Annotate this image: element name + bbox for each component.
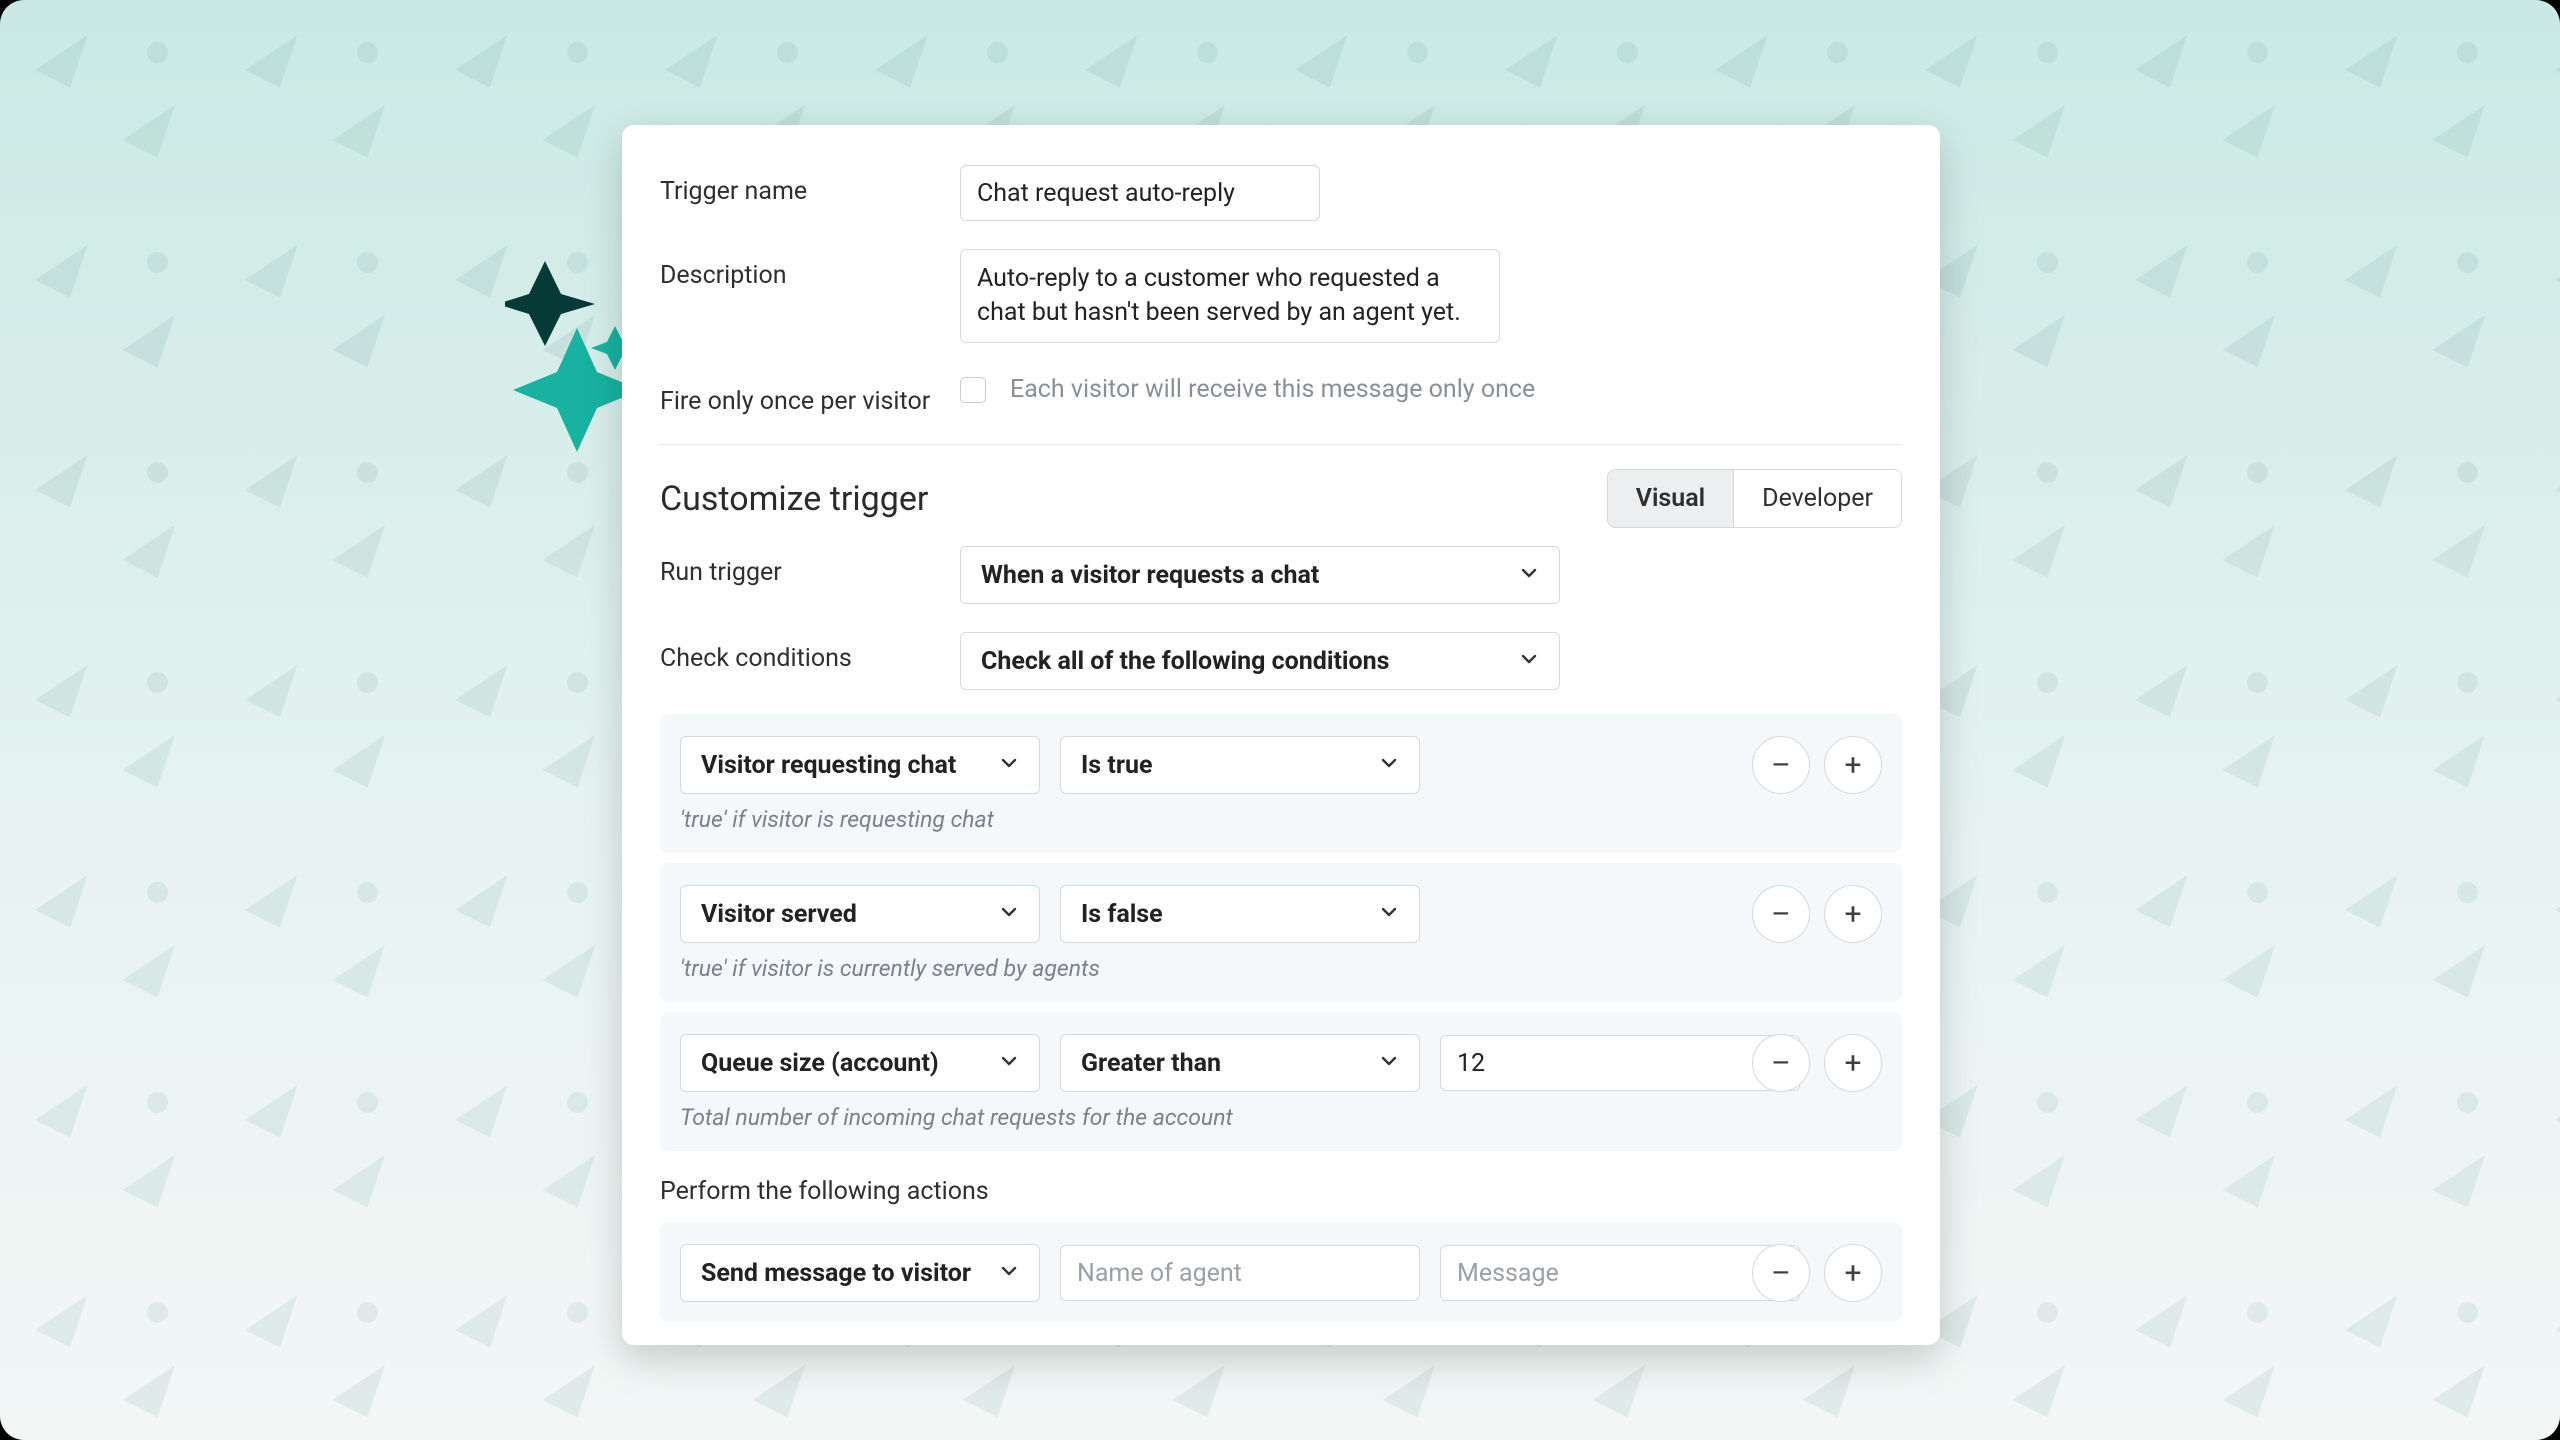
chevron-down-icon [1379,1049,1399,1078]
remove-condition-button[interactable]: – [1752,736,1810,794]
fire-once-label: Fire only once per visitor [660,375,960,416]
condition-field-select[interactable]: Visitor requesting chat [680,736,1040,794]
condition-operator-select[interactable]: Is false [1060,885,1420,943]
condition-block: Queue size (account) Greater than Total … [660,1012,1902,1151]
run-trigger-label: Run trigger [660,546,960,587]
description-row: Description [622,235,1940,361]
fire-once-hint: Each visitor will receive this message o… [1010,375,1535,404]
agent-name-input[interactable] [1060,1245,1420,1301]
condition-value-input[interactable] [1440,1035,1800,1091]
message-input[interactable] [1440,1245,1800,1301]
condition-field-select[interactable]: Visitor served [680,885,1040,943]
chevron-down-icon [999,900,1019,929]
condition-field-select[interactable]: Queue size (account) [680,1034,1040,1092]
action-select[interactable]: Send message to visitor [680,1244,1040,1302]
add-condition-button[interactable]: + [1824,1034,1882,1092]
trigger-name-label: Trigger name [660,165,960,206]
chevron-down-icon [1519,561,1539,590]
remove-condition-button[interactable]: – [1752,885,1810,943]
run-trigger-select[interactable]: When a visitor requests a chat [960,546,1560,604]
chevron-down-icon [1379,900,1399,929]
condition-operator-select[interactable]: Is true [1060,736,1420,794]
condition-block: Visitor served Is false 'true' if visito… [660,863,1902,1002]
condition-helper: 'true' if visitor is currently served by… [680,955,1882,982]
condition-block: Visitor requesting chat Is true 'true' i… [660,714,1902,853]
remove-condition-button[interactable]: – [1752,1034,1810,1092]
chevron-down-icon [999,1049,1019,1078]
condition-helper: 'true' if visitor is requesting chat [680,806,1882,833]
condition-operator-select[interactable]: Greater than [1060,1034,1420,1092]
trigger-name-row: Trigger name [622,151,1940,235]
condition-helper: Total number of incoming chat requests f… [680,1104,1882,1131]
trigger-name-input[interactable] [960,165,1320,221]
trigger-editor-card: Trigger name Description Fire only once … [622,125,1940,1345]
add-condition-button[interactable]: + [1824,736,1882,794]
fire-once-row: Fire only once per visitor Each visitor … [622,361,1940,430]
chevron-down-icon [1379,751,1399,780]
remove-action-button[interactable]: – [1752,1244,1810,1302]
description-label: Description [660,249,960,290]
check-conditions-label: Check conditions [660,632,960,673]
action-block: Send message to visitor – + [660,1222,1902,1322]
add-action-button[interactable]: + [1824,1244,1882,1302]
section-title: Customize trigger [660,479,928,519]
divider [660,444,1902,445]
run-trigger-row: Run trigger When a visitor requests a ch… [622,532,1940,618]
customize-trigger-header: Customize trigger Visual Developer [622,449,1940,532]
check-conditions-row: Check conditions Check all of the follow… [622,618,1940,704]
chevron-down-icon [1519,647,1539,676]
chevron-down-icon [999,751,1019,780]
chevron-down-icon [999,1259,1019,1288]
check-conditions-select[interactable]: Check all of the following conditions [960,632,1560,690]
perform-actions-label: Perform the following actions [622,1151,1940,1212]
toggle-visual[interactable]: Visual [1608,470,1733,527]
description-textarea[interactable] [960,249,1500,343]
fire-once-checkbox[interactable] [960,377,986,403]
add-condition-button[interactable]: + [1824,885,1882,943]
toggle-developer[interactable]: Developer [1733,470,1901,527]
view-mode-toggle: Visual Developer [1607,469,1902,528]
